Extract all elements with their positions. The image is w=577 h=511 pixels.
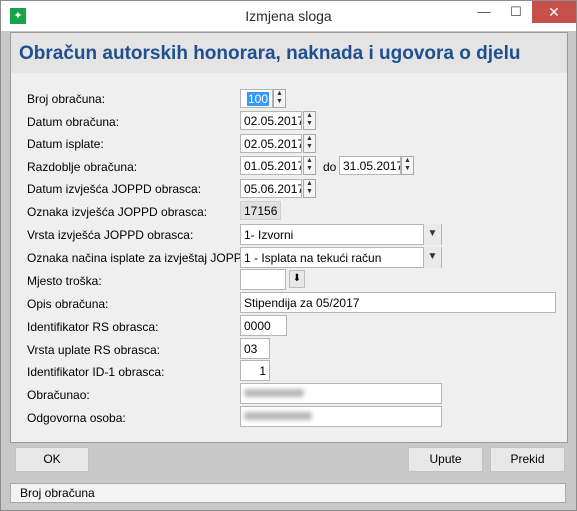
- prekid-button[interactable]: Prekid: [490, 447, 565, 472]
- label-vrsta-uplate-rs: Vrsta uplate RS obrasca:: [27, 343, 160, 357]
- label-mjesto-troska: Mjesto troška:: [27, 274, 102, 288]
- datum-isplate-input[interactable]: 02.05.2017: [240, 134, 302, 153]
- oznaka-nacina-select[interactable]: 1 - Isplata na tekući račun: [240, 247, 442, 268]
- vrsta-uplate-rs-input[interactable]: 03: [240, 338, 270, 359]
- datum-obracuna-spinner[interactable]: ▲ ▼: [303, 111, 316, 130]
- label-datum-obracuna: Datum obračuna:: [27, 115, 120, 129]
- identifikator-id1-input[interactable]: 1: [240, 360, 270, 381]
- label-oznaka-izvjesca: Oznaka izvješća JOPPD obrasca:: [27, 205, 208, 219]
- mjesto-troska-input[interactable]: [240, 269, 286, 290]
- obracunao-input[interactable]: [240, 383, 442, 404]
- vrsta-izvjesca-value: 1- Izvorni: [244, 228, 294, 242]
- status-text: Broj obračuna: [20, 486, 95, 500]
- opis-obracuna-input[interactable]: Stipendija za 05/2017: [240, 292, 556, 313]
- title-bar[interactable]: ✦ Izmjena sloga — ☐ ✕: [1, 1, 576, 31]
- label-identifikator-rs: Identifikator RS obrasca:: [27, 320, 159, 334]
- dialog-window: ✦ Izmjena sloga — ☐ ✕ Obračun autorskih …: [0, 0, 577, 511]
- identifikator-rs-input[interactable]: 0000: [240, 315, 287, 336]
- oznaka-nacina-chevron-down-icon[interactable]: ▼: [423, 247, 441, 268]
- broj-obracuna-input[interactable]: 100: [240, 89, 273, 108]
- label-razdoblje-obracuna: Razdoblje obračuna:: [27, 160, 138, 174]
- datum-obracuna-input[interactable]: 02.05.2017: [240, 111, 302, 130]
- oznaka-nacina-value: 1 - Isplata na tekući račun: [244, 251, 382, 265]
- form-heading: Obračun autorskih honorara, naknada i ug…: [19, 43, 521, 64]
- label-do: do: [323, 160, 337, 174]
- vrsta-izvjesca-chevron-down-icon[interactable]: ▼: [423, 224, 441, 245]
- obracunao-value: [244, 389, 304, 397]
- ok-button[interactable]: OK: [15, 447, 89, 472]
- razdoblje-do-spinner[interactable]: ▲ ▼: [401, 156, 414, 175]
- vrsta-izvjesca-select[interactable]: 1- Izvorni: [240, 224, 442, 245]
- label-datum-isplate: Datum isplate:: [27, 137, 104, 151]
- broj-obracuna-spinner[interactable]: ▲ ▼: [273, 89, 286, 108]
- label-obracunao: Obračunao:: [27, 388, 90, 402]
- odgovorna-osoba-input[interactable]: [240, 406, 442, 427]
- label-opis-obracuna: Opis obračuna:: [27, 297, 109, 311]
- oznaka-izvjesca-field: 17156: [240, 201, 281, 220]
- maximize-button[interactable]: ☐: [501, 1, 531, 23]
- label-odgovorna-osoba: Odgovorna osoba:: [27, 411, 126, 425]
- datum-izvjesca-spinner[interactable]: ▲ ▼: [303, 179, 316, 198]
- datum-isplate-spinner[interactable]: ▲ ▼: [303, 134, 316, 153]
- form-header: Obračun autorskih honorara, naknada i ug…: [11, 33, 567, 73]
- razdoblje-od-input[interactable]: 01.05.2017: [240, 156, 302, 175]
- close-button[interactable]: ✕: [532, 1, 576, 23]
- minimize-button[interactable]: —: [469, 1, 499, 23]
- razdoblje-od-spinner[interactable]: ▲ ▼: [303, 156, 316, 175]
- broj-obracuna-value: 100: [246, 92, 269, 106]
- label-identifikator-id1: Identifikator ID-1 obrasca:: [27, 365, 165, 379]
- upute-button[interactable]: Upute: [408, 447, 483, 472]
- label-broj-obracuna: Broj obračuna:: [27, 92, 106, 106]
- datum-izvjesca-input[interactable]: 05.06.2017: [240, 179, 302, 198]
- download-arrow-icon[interactable]: ⬇: [289, 270, 305, 288]
- label-vrsta-izvjesca: Vrsta izvješća JOPPD obrasca:: [27, 228, 194, 242]
- form-panel: Obračun autorskih honorara, naknada i ug…: [10, 32, 568, 443]
- razdoblje-do-input[interactable]: 31.05.2017: [339, 156, 401, 175]
- label-oznaka-nacina: Oznaka načina isplate za izvještaj JOPPD…: [27, 251, 254, 265]
- status-bar: Broj obračuna: [10, 483, 566, 503]
- odgovorna-osoba-value: [244, 412, 312, 420]
- label-datum-izvjesca: Datum izvješća JOPPD obrasca:: [27, 182, 202, 196]
